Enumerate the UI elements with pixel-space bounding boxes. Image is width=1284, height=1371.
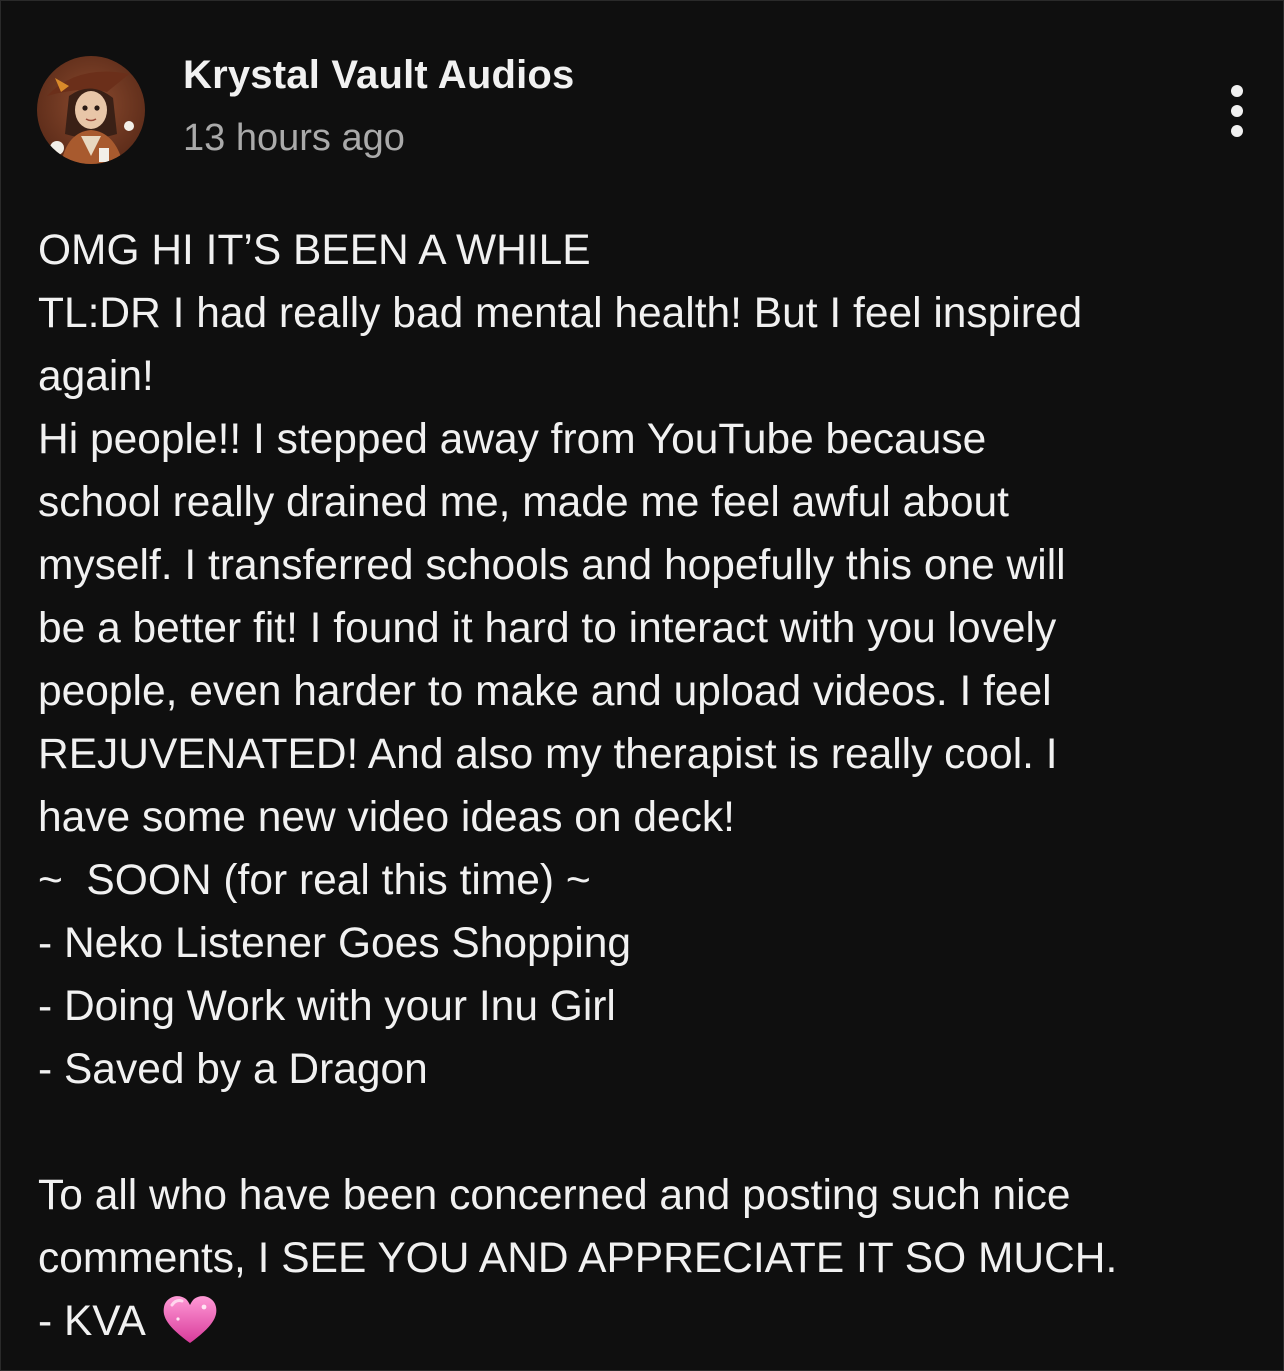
more-options-button[interactable] — [1215, 79, 1259, 143]
post-line: TL:DR I had really bad mental health! Bu… — [38, 290, 1083, 337]
avatar-illustration — [37, 56, 145, 164]
post-line: - Saved by a Dragon — [38, 1046, 428, 1093]
post-line: school really drained me, made me feel a… — [38, 479, 1009, 526]
post-line: To all who have been concerned and posti… — [38, 1172, 1071, 1219]
post-signature-line: - KVA — [38, 1290, 1253, 1353]
post-line: comments, I SEE YOU AND APPRECIATE IT SO… — [38, 1235, 1118, 1282]
channel-avatar[interactable] — [37, 56, 145, 164]
post-line: myself. I transferred schools and hopefu… — [38, 542, 1066, 589]
sparkling-heart-icon — [160, 1291, 220, 1347]
post-timestamp: 13 hours ago — [183, 117, 405, 159]
channel-name[interactable]: Krystal Vault Audios — [183, 53, 575, 98]
post-line: again! — [38, 353, 154, 400]
post-line: REJUVENATED! And also my therapist is re… — [38, 731, 1058, 778]
community-post: Krystal Vault Audios 13 hours ago OMG HI… — [0, 0, 1284, 1371]
post-text: OMG HI IT’S BEEN A WHILE TL:DR I had rea… — [38, 219, 1253, 1353]
post-line: be a better fit! I found it hard to inte… — [38, 605, 1057, 652]
post-line: - Doing Work with your Inu Girl — [38, 983, 616, 1030]
post-line: OMG HI IT’S BEEN A WHILE — [38, 227, 591, 274]
post-signature: - KVA — [38, 1298, 146, 1345]
more-vertical-icon — [1231, 105, 1243, 117]
post-line: - Neko Listener Goes Shopping — [38, 920, 631, 967]
post-line: people, even harder to make and upload v… — [38, 668, 1052, 715]
post-line: have some new video ideas on deck! — [38, 794, 735, 841]
more-vertical-icon — [1231, 125, 1243, 137]
more-vertical-icon — [1231, 85, 1243, 97]
post-blank-line — [38, 1101, 1253, 1164]
post-line: ~ SOON (for real this time) ~ — [38, 857, 591, 904]
post-line: Hi people!! I stepped away from YouTube … — [38, 416, 987, 463]
